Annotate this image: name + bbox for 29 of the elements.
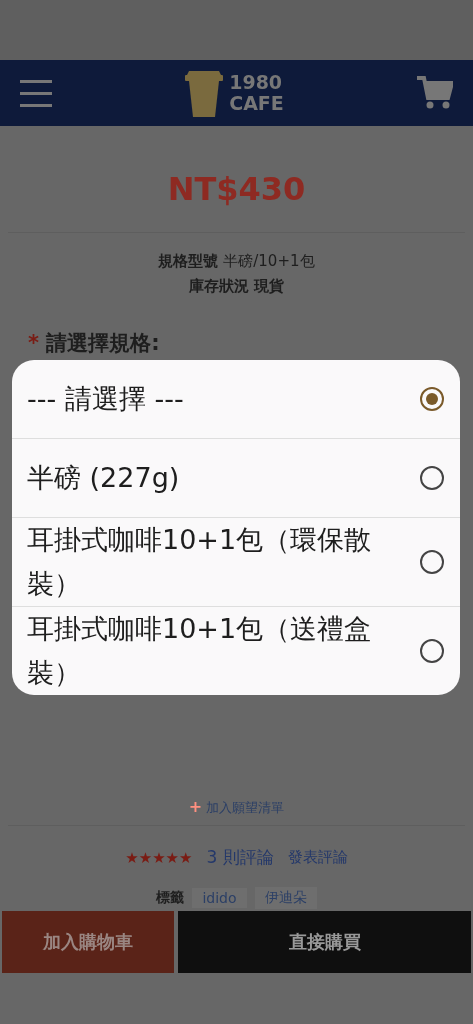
stock-value: 現貨	[253, 277, 284, 295]
logo-text: CAFE	[229, 93, 284, 114]
cup-icon	[185, 69, 224, 117]
star-rating: ★★★★★	[125, 848, 193, 867]
tag[interactable]: idido	[192, 888, 247, 908]
plus-icon[interactable]: +	[188, 797, 203, 816]
radio-button[interactable]	[420, 639, 444, 663]
option-item[interactable]: 耳掛式咖啡10+1包（環保散裝）	[12, 517, 460, 606]
spec-label: 規格型號	[158, 252, 219, 270]
spec-value: 半磅/10+1包	[223, 252, 315, 270]
menu-icon[interactable]	[20, 78, 52, 108]
radio-button[interactable]	[420, 466, 444, 490]
add-to-cart-button[interactable]: 加入購物車	[2, 911, 174, 973]
buy-now-button[interactable]: 直接購買	[178, 911, 471, 973]
required-mark: *	[28, 331, 39, 355]
tags-label: 標籤	[156, 889, 185, 907]
option-item[interactable]: 耳掛式咖啡10+1包（送禮盒裝）	[12, 606, 460, 695]
option-label: 請選擇規格:	[46, 331, 160, 355]
option-item[interactable]: --- 請選擇 ---	[12, 360, 460, 438]
radio-button[interactable]	[420, 387, 444, 411]
price: NT$430	[166, 169, 307, 210]
tag[interactable]: 伊迪朵	[254, 887, 317, 909]
stock-label: 庫存狀況	[189, 277, 250, 295]
cart-icon[interactable]	[417, 76, 453, 110]
logo-text: 1980	[229, 72, 284, 93]
reviews-link[interactable]: 3 則評論	[206, 846, 274, 869]
radio-button[interactable]	[420, 550, 444, 574]
write-review-link[interactable]: 發表評論	[287, 848, 348, 867]
option-item[interactable]: 半磅 (227g)	[12, 438, 460, 517]
